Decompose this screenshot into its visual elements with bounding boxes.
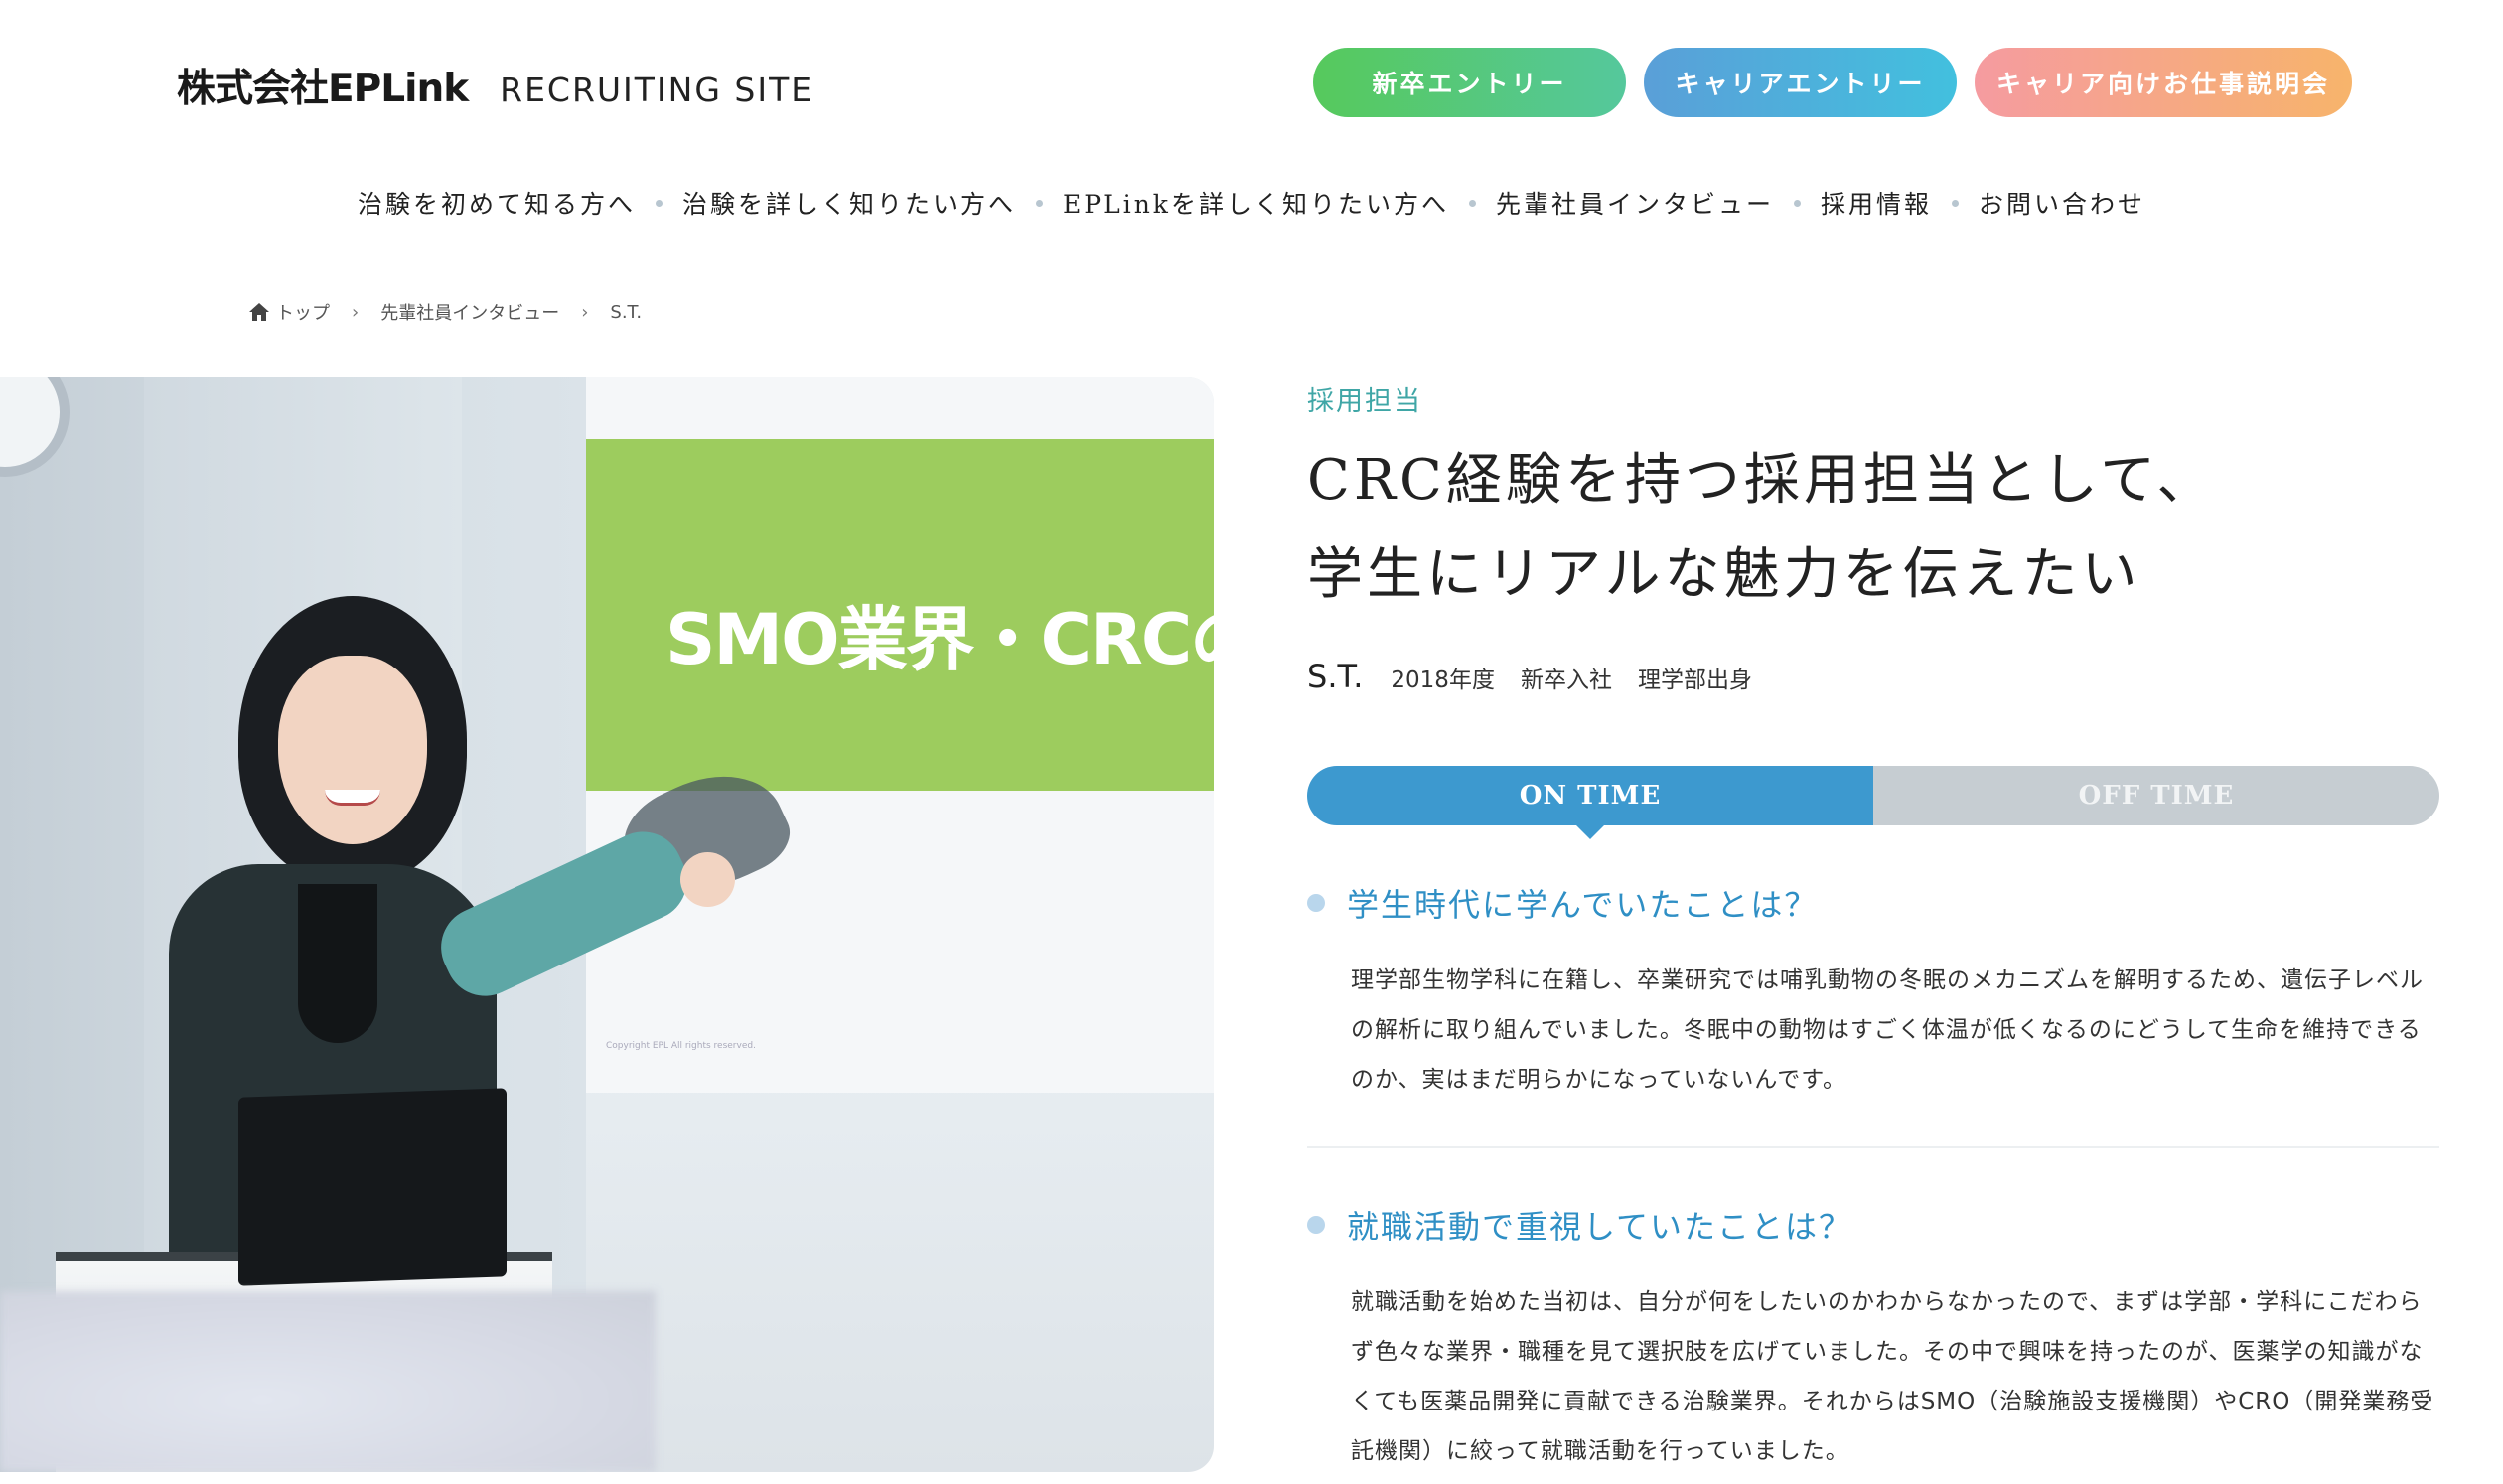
nav-item-learn-more[interactable]: 治験を詳しく知りたい方へ (682, 185, 1016, 221)
interview-photo: SMO業界・CRCの仕 Copyright EPL All rights res… (0, 377, 1214, 1472)
logo-company-name: 株式会社EPLink (177, 67, 469, 111)
breadcrumb-home[interactable]: トップ (276, 299, 330, 325)
question-text: 学生時代に学んでいたことは？ (1347, 886, 1819, 924)
presenter-arm (427, 818, 700, 1009)
qa-answer: 就職活動を始めた当初は、自分が何をしたいのかわからなかったので、まずは学部・学科… (1351, 1289, 2434, 1464)
section-divider (1307, 1146, 2439, 1148)
foreground-blur (0, 1291, 656, 1472)
presenter-shirt (298, 884, 377, 1043)
chevron-right-icon: › (581, 301, 589, 323)
breadcrumb: トップ › 先輩社員インタビュー › S.T. (248, 299, 642, 325)
nav-separator-dot (1793, 199, 1801, 207)
nav-item-first-time[interactable]: 治験を初めて知る方へ (358, 185, 636, 221)
question-text: 就職活動で重視していたことは？ (1347, 1208, 1853, 1246)
nav-item-about-eplink[interactable]: EPLinkを詳しく知りたい方へ (1063, 185, 1449, 221)
projector-screen: SMO業界・CRCの仕 Copyright EPL All rights res… (586, 377, 1214, 1093)
nav-separator-dot (1036, 199, 1044, 207)
qa-question: 学生時代に学んでいたことは？ (1307, 880, 2439, 926)
entry-year: 2018年度 (1391, 668, 1495, 693)
tab-off-time[interactable]: OFF TIME (1873, 766, 2439, 825)
laptop (238, 1088, 507, 1286)
bullet-dot-icon (1307, 894, 1325, 912)
tab-on-time[interactable]: ON TIME (1307, 766, 1873, 839)
nav-item-contact[interactable]: お問い合わせ (1979, 185, 2145, 221)
presenter-face (278, 656, 427, 844)
career-briefing-button[interactable]: キャリア向けお仕事説明会 (1975, 48, 2352, 117)
job-category: 採用担当 (1307, 386, 1422, 417)
qa-answer: 理学部生物学科に在籍し、卒業研究では哺乳動物の冬眠のメカニズムを解明するため、遺… (1351, 967, 2424, 1093)
home-icon (249, 303, 269, 321)
nav-item-interviews[interactable]: 先輩社員インタビュー (1496, 185, 1774, 221)
entry-type: 新卒入社 (1520, 668, 1612, 693)
chevron-right-icon: › (352, 301, 360, 323)
title-line-1: CRC経験を持つ採用担当として、 (1307, 448, 2217, 513)
active-tab-caret-icon (1576, 825, 1604, 839)
career-entry-button[interactable]: キャリアエントリー (1644, 48, 1957, 117)
new-grad-entry-button[interactable]: 新卒エントリー (1313, 48, 1626, 117)
bullet-dot-icon (1307, 1216, 1325, 1234)
time-tabs: ON TIME OFF TIME (1307, 766, 2439, 839)
presenter-hand (680, 852, 735, 907)
nav-separator-dot (656, 199, 663, 207)
slide-title: SMO業界・CRCの仕 (665, 599, 1214, 680)
title-line-2: 学生にリアルな魅力を伝えたい (1307, 542, 2141, 607)
breadcrumb-current: S.T. (610, 301, 643, 323)
global-nav: 治験を初めて知る方へ 治験を詳しく知りたい方へ EPLinkを詳しく知りたい方へ… (0, 185, 2503, 221)
qa-question: 就職活動で重視していたことは？ (1307, 1202, 2439, 1248)
tab-off-time-label: OFF TIME (2078, 781, 2235, 811)
qa-item: 就職活動で重視していたことは？ 就職活動を始めた当初は、自分が何をしたいのかわか… (1307, 1202, 2439, 1476)
presenter-smile (325, 790, 380, 806)
faculty: 理学部出身 (1637, 668, 1752, 693)
nav-item-recruitment[interactable]: 採用情報 (1821, 185, 1932, 221)
qa-item: 学生時代に学んでいたことは？ 理学部生物学科に在籍し、卒業研究では哺乳動物の冬眠… (1307, 880, 2439, 1105)
tab-on-time-label: ON TIME (1519, 781, 1662, 811)
employee-meta: S.T. 2018年度 新卒入社 理学部出身 (1307, 658, 1778, 695)
breadcrumb-section[interactable]: 先輩社員インタビュー (380, 299, 559, 325)
site-logo[interactable]: 株式会社EPLink RECRUITING SITE (177, 58, 813, 113)
logo-recruiting-site: RECRUITING SITE (500, 71, 814, 109)
nav-separator-dot (1468, 199, 1476, 207)
header-entry-buttons: 新卒エントリー キャリアエントリー キャリア向けお仕事説明会 (1313, 48, 2352, 117)
employee-initials: S.T. (1307, 658, 1364, 695)
nav-separator-dot (1951, 199, 1959, 207)
page-title: CRC経験を持つ採用担当として、 学生にリアルな魅力を伝えたい (1307, 433, 2216, 622)
